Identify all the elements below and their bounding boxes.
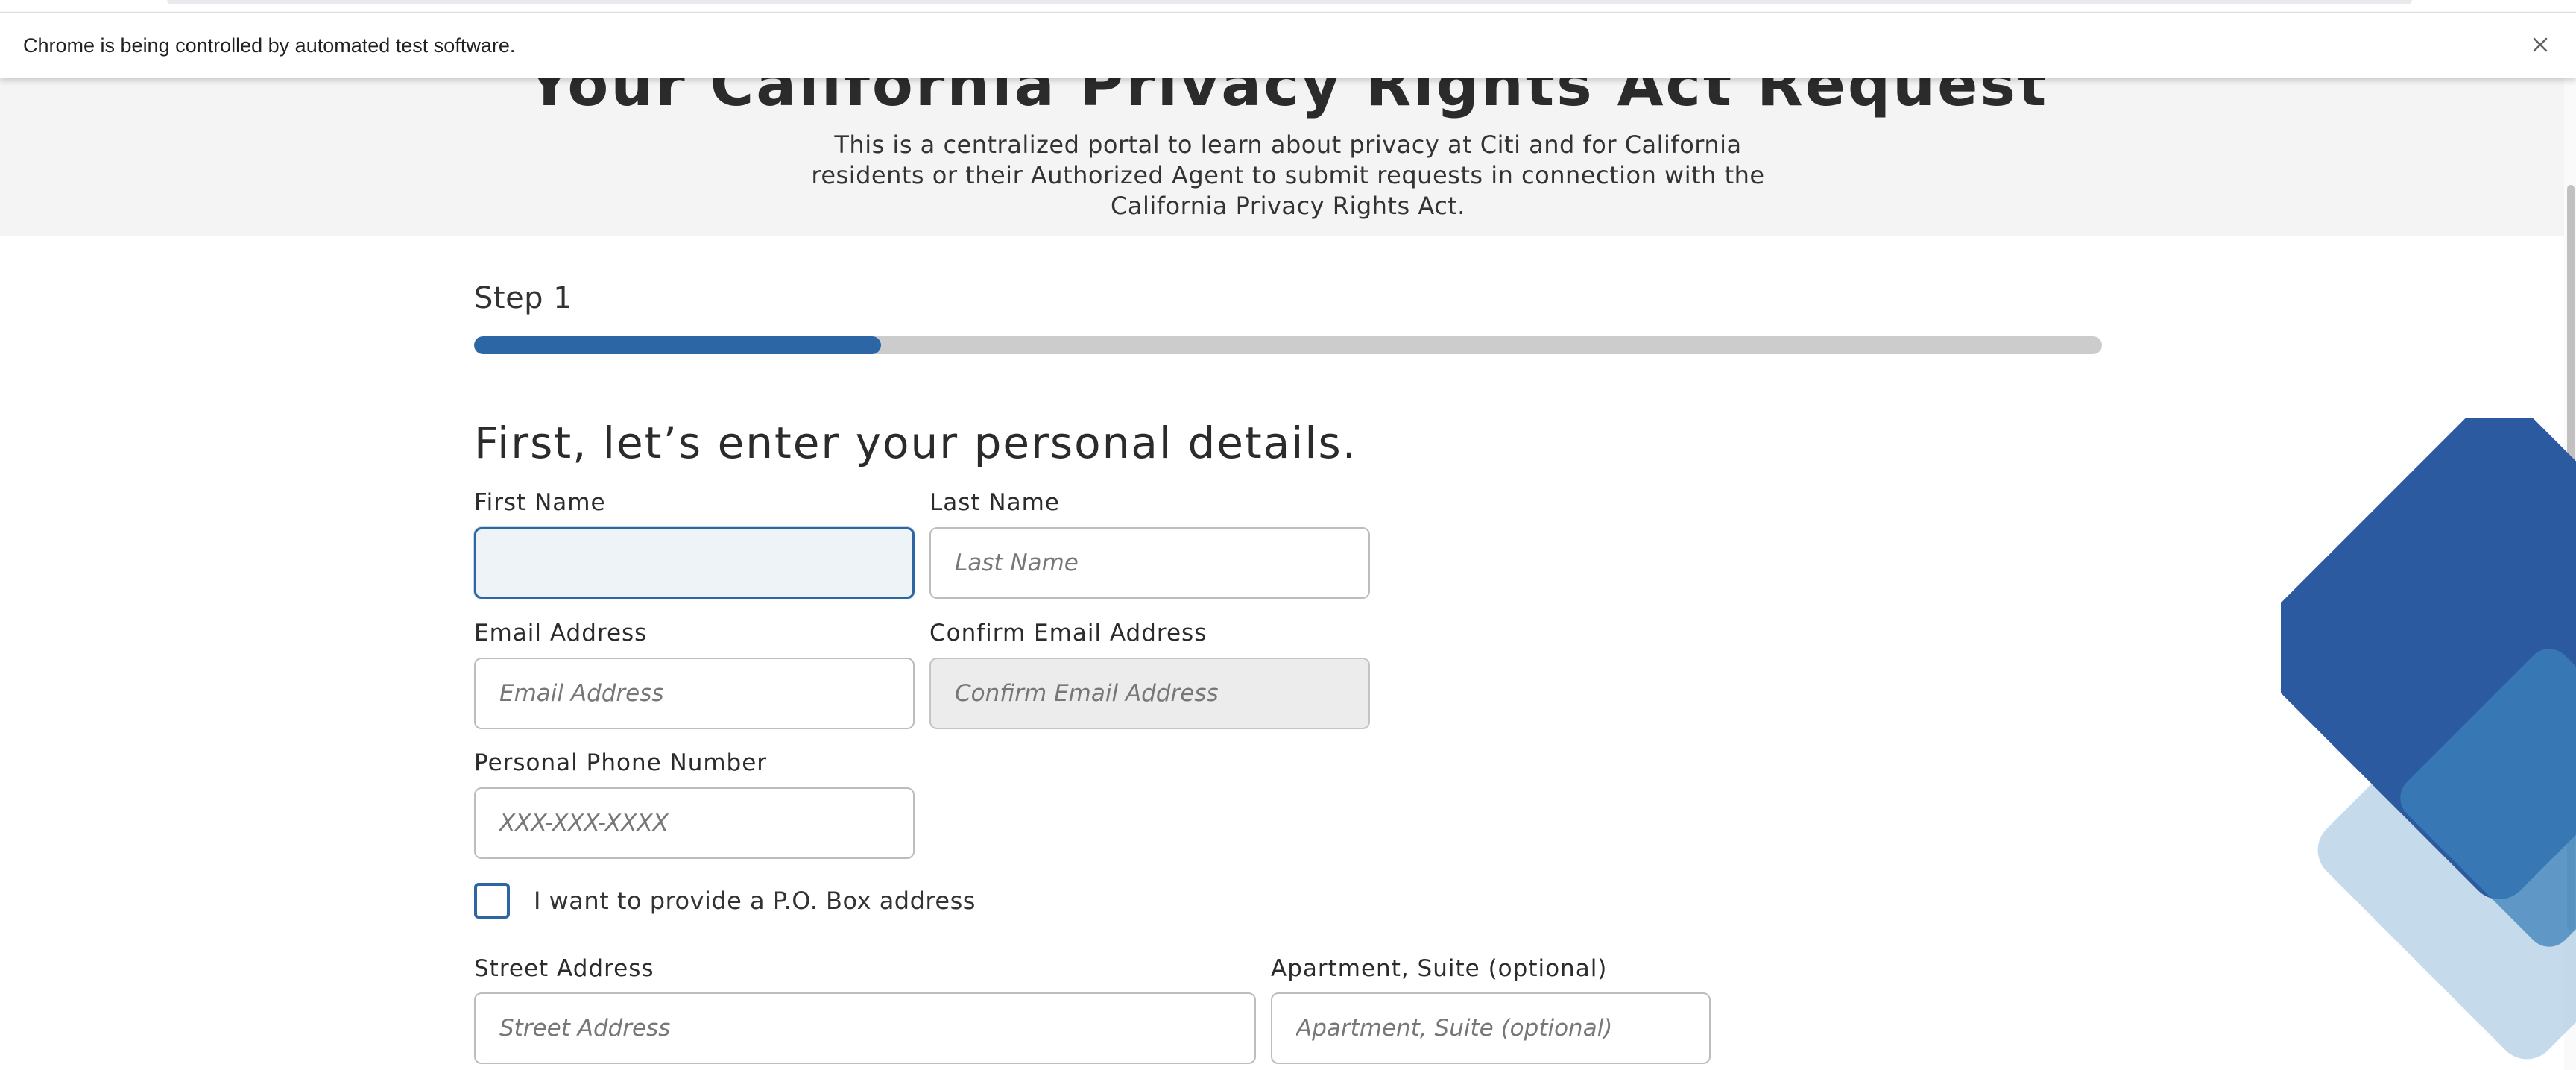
- apartment-field[interactable]: [1271, 992, 1711, 1064]
- last-name-field[interactable]: [929, 527, 1370, 599]
- decorative-shapes: [2281, 418, 2576, 1070]
- phone-label: Personal Phone Number: [474, 749, 768, 776]
- infobar-message: Chrome is being controlled by automated …: [23, 34, 516, 57]
- street-address-field[interactable]: [474, 992, 1256, 1064]
- page-description: This is a centralized portal to learn ab…: [811, 130, 1765, 220]
- phone-field[interactable]: [474, 787, 915, 859]
- close-icon[interactable]: [2525, 30, 2555, 60]
- browser-tab-strip: [0, 0, 2576, 12]
- automation-infobar: Chrome is being controlled by automated …: [0, 12, 2576, 78]
- first-name-field[interactable]: [474, 527, 915, 599]
- hero-banner: Your California Privacy Rights Act Reque…: [0, 50, 2576, 236]
- street-address-label: Street Address: [474, 955, 654, 982]
- email-field[interactable]: [474, 658, 915, 729]
- po-box-checkbox[interactable]: [474, 883, 510, 919]
- email-label: Email Address: [474, 620, 648, 646]
- apartment-label: Apartment, Suite (optional): [1271, 955, 1608, 982]
- close-icon-glyph: [2533, 37, 2548, 52]
- confirm-email-field[interactable]: [929, 658, 1370, 729]
- progress-bar-fill: [474, 336, 881, 354]
- section-heading: First, let’s enter your personal details…: [474, 418, 1358, 468]
- last-name-label: Last Name: [929, 489, 1060, 516]
- first-name-label: First Name: [474, 489, 606, 516]
- po-box-option[interactable]: I want to provide a P.O. Box address: [474, 882, 976, 919]
- browser-tab[interactable]: [167, 0, 2412, 4]
- step-indicator: Step 1: [474, 281, 573, 315]
- po-box-checkbox-label[interactable]: I want to provide a P.O. Box address: [534, 887, 976, 915]
- confirm-email-label: Confirm Email Address: [929, 620, 1208, 646]
- progress-bar: [474, 336, 2102, 354]
- page: Chrome is being controlled by automated …: [0, 0, 2576, 1070]
